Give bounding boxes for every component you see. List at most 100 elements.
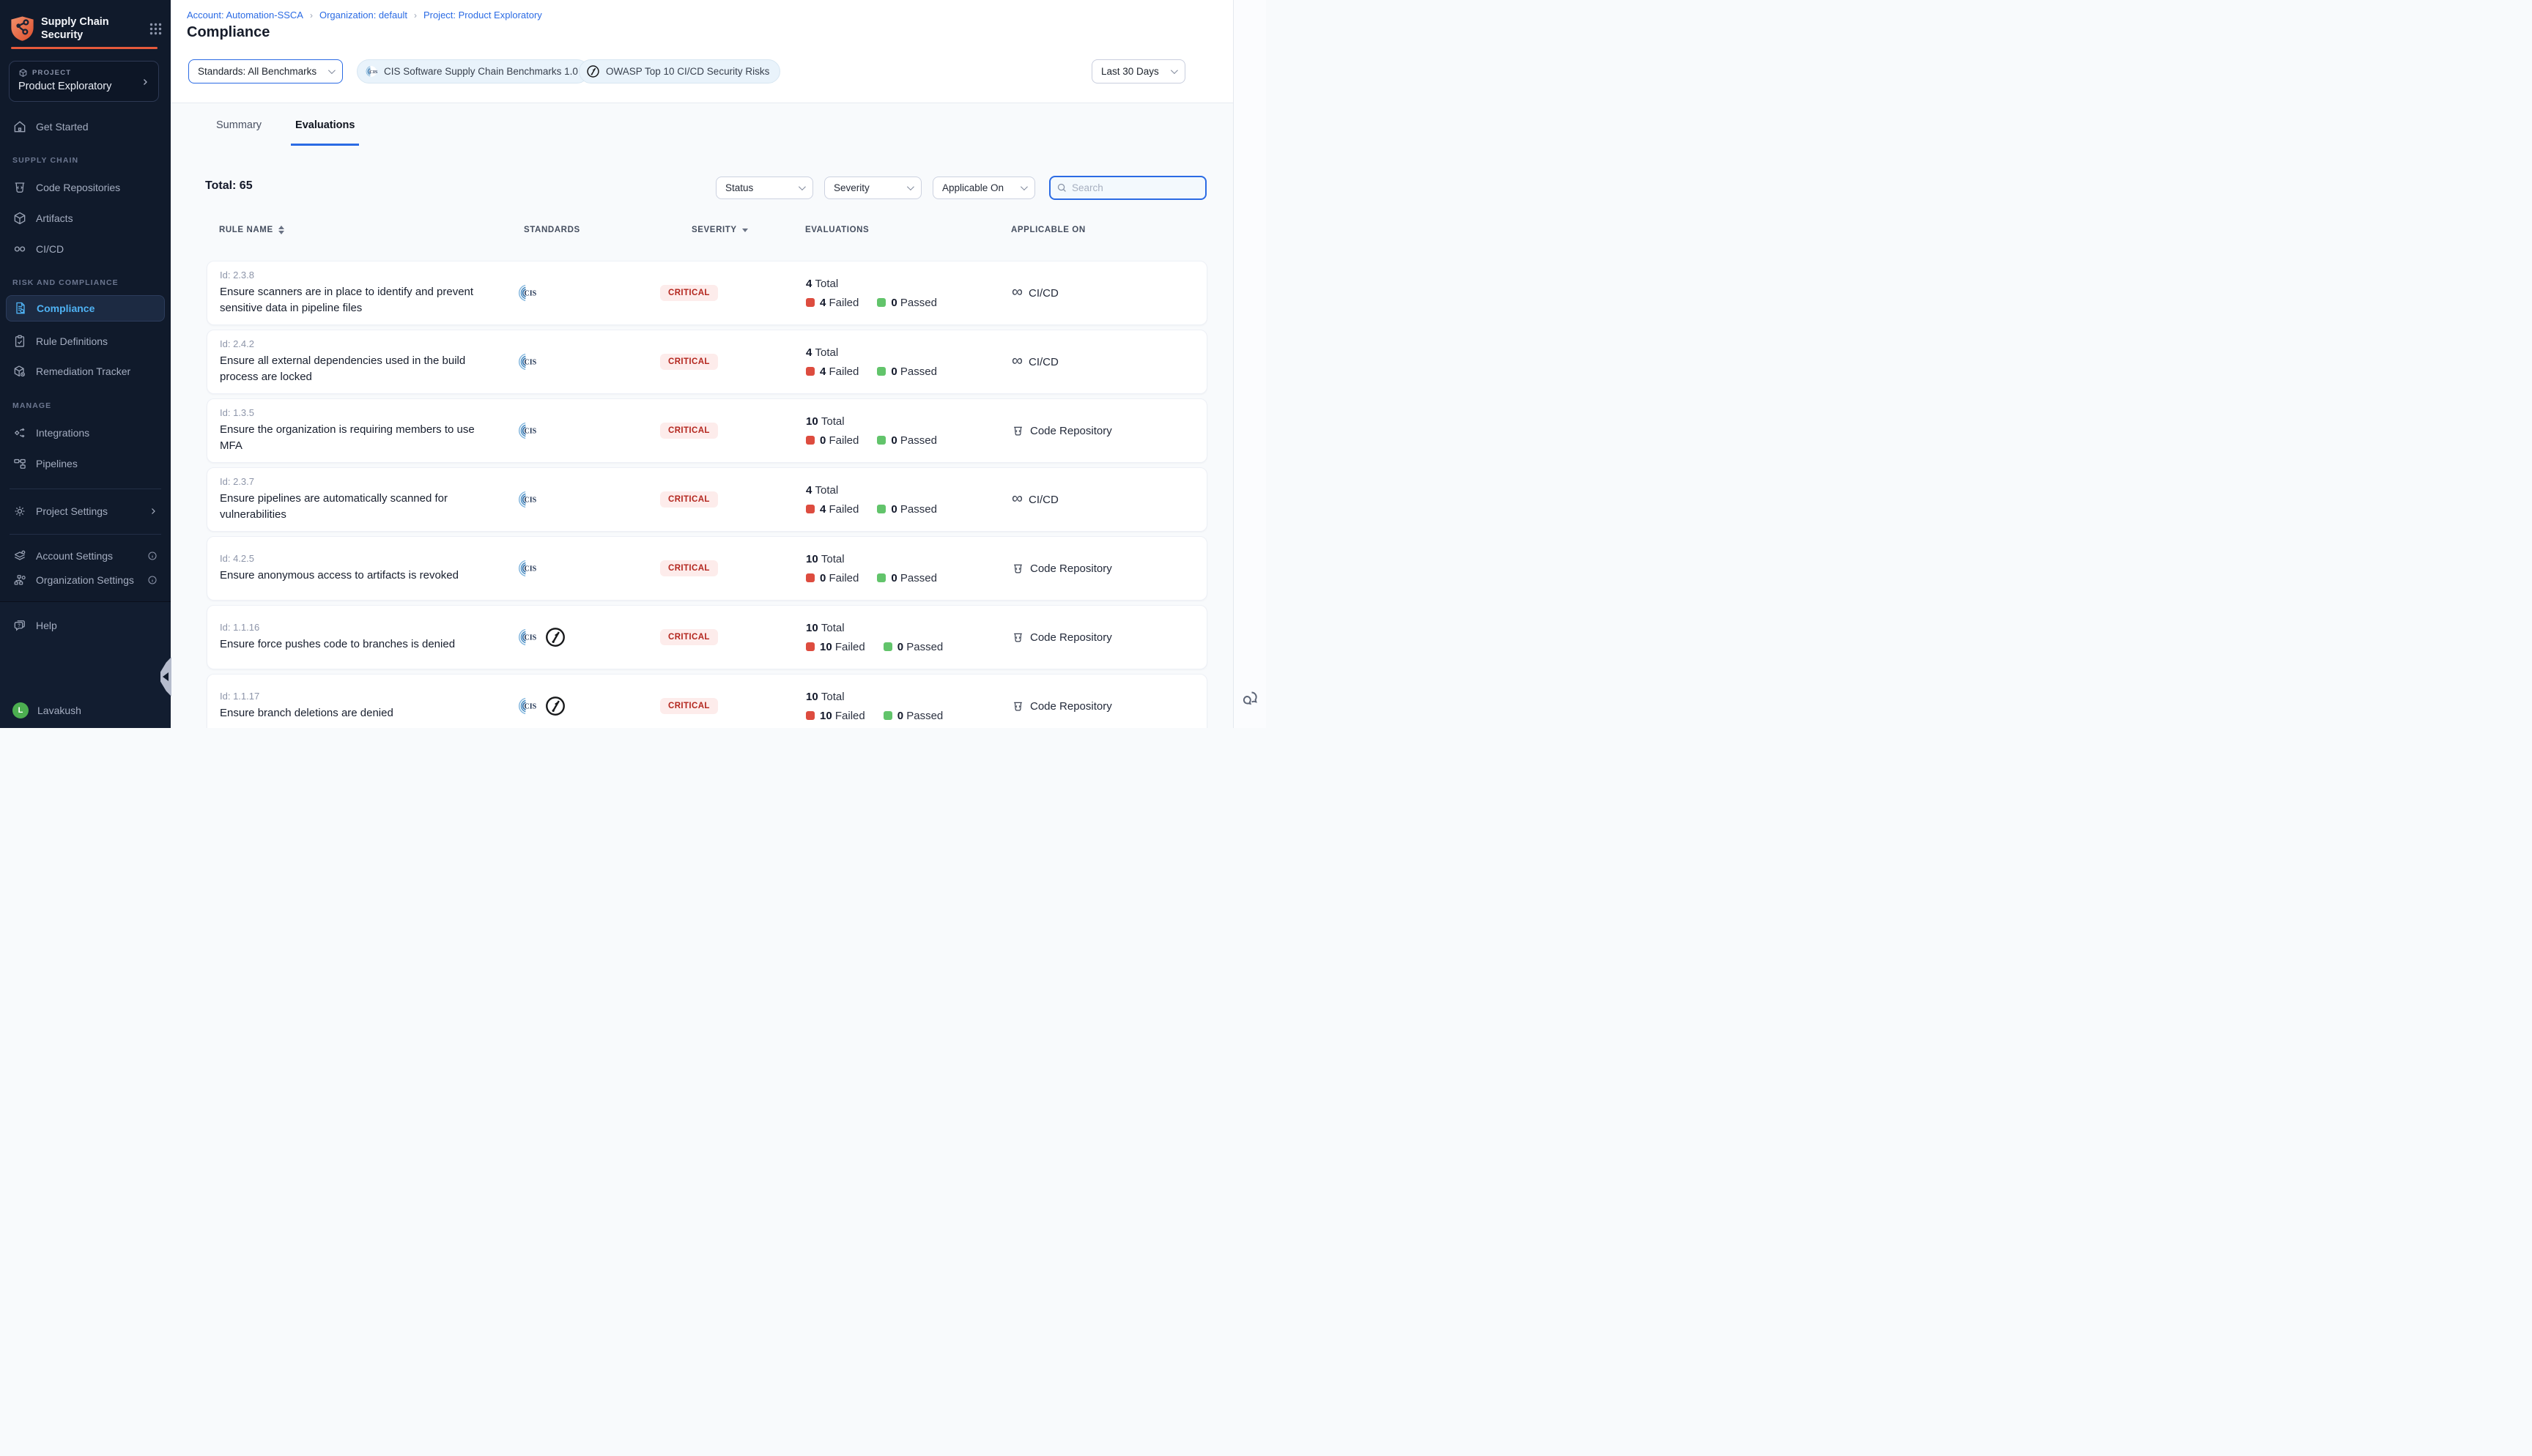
passed-indicator (877, 573, 886, 582)
cis-standard-icon: CIS (516, 420, 538, 442)
passed-label: Passed (900, 572, 937, 584)
breadcrumb: Account: Automation-SSCA › Organization:… (187, 10, 542, 21)
chevron-down-icon (907, 183, 914, 190)
sidebar-item-rule-definitions[interactable]: Rule Definitions (6, 328, 165, 354)
table-row[interactable]: Id: 2.3.8 Ensure scanners are in place t… (207, 261, 1207, 325)
applicable-on-filter-dropdown[interactable]: Applicable On (933, 177, 1035, 199)
breadcrumb-account[interactable]: Account: Automation-SSCA (187, 10, 303, 21)
table-row[interactable]: Id: 1.3.5 Ensure the organization is req… (207, 398, 1207, 463)
tab-evaluations[interactable]: Evaluations (291, 113, 359, 146)
sidebar-item-help[interactable]: ? Help (6, 612, 165, 639)
failed-count: 4 (820, 297, 826, 309)
standards-filter-dropdown[interactable]: Standards: All Benchmarks (188, 59, 343, 83)
project-selector[interactable]: PROJECT Product Exploratory (9, 61, 159, 102)
svg-text:CIS: CIS (525, 290, 537, 298)
total-count: Total: 65 (205, 179, 253, 193)
gear-icon (12, 504, 27, 519)
sort-desc-icon (742, 229, 748, 232)
passed-count: 0 (891, 365, 897, 378)
passed-stat: 0 Passed (891, 365, 937, 378)
chat-support-icon[interactable] (1240, 688, 1260, 709)
passed-label: Passed (906, 710, 943, 722)
column-rule-name[interactable]: RULE NAME (219, 226, 524, 234)
passed-label: Passed (906, 641, 943, 653)
table-row[interactable]: Id: 2.3.7 Ensure pipelines are automatic… (207, 467, 1207, 532)
passed-stat: 0 Passed (897, 710, 944, 722)
status-filter-dropdown[interactable]: Status (716, 177, 813, 199)
column-severity[interactable]: SEVERITY (675, 226, 805, 234)
sidebar-item-code-repositories[interactable]: Code Repositories (6, 174, 165, 201)
passed-count: 0 (897, 641, 903, 653)
svg-text:CIS: CIS (525, 428, 537, 436)
applicable-on-label: Code Repository (1030, 631, 1112, 644)
info-icon (147, 575, 158, 585)
sidebar-item-integrations[interactable]: Integrations (6, 420, 165, 446)
failed-count: 0 (820, 572, 826, 584)
breadcrumb-organization[interactable]: Organization: default (319, 10, 407, 21)
tab-bar: Summary Evaluations (212, 113, 359, 146)
failed-indicator (806, 573, 815, 582)
rule-id: Id: 1.1.16 (220, 622, 525, 633)
severity-badge: CRITICAL (660, 629, 718, 645)
sidebar-item-pipelines[interactable]: Pipelines (6, 450, 165, 477)
user-menu[interactable]: L Lavakush (6, 697, 165, 724)
app-switcher-grid-icon[interactable] (149, 23, 162, 35)
table-row[interactable]: Id: 4.2.5 Ensure anonymous access to art… (207, 536, 1207, 601)
sidebar-item-project-settings[interactable]: Project Settings (6, 498, 165, 524)
severity-badge: CRITICAL (660, 285, 718, 301)
failed-count: 4 (820, 503, 826, 516)
applicable-on-label: Code Repository (1030, 700, 1112, 713)
rule-name: Ensure anonymous access to artifacts is … (220, 568, 492, 584)
svg-text:CIS: CIS (525, 634, 537, 642)
sidebar-item-get-started[interactable]: Get Started (6, 114, 165, 140)
pipelines-icon (12, 456, 27, 471)
total-label: Total (821, 415, 845, 428)
search-icon (1056, 182, 1067, 193)
project-name: Product Exploratory (18, 81, 149, 92)
applicable-on-label: CI/CD (1029, 356, 1059, 368)
brand-divider (11, 47, 158, 49)
rule-name: Ensure force pushes code to branches is … (220, 636, 492, 653)
code-repository-icon (1012, 700, 1024, 713)
date-range-dropdown[interactable]: Last 30 Days (1092, 59, 1185, 83)
sidebar-item-account-settings[interactable]: Account Settings (6, 543, 165, 569)
search-input[interactable] (1072, 182, 1199, 193)
sidebar-item-artifacts[interactable]: Artifacts (6, 205, 165, 231)
breadcrumb-project[interactable]: Project: Product Exploratory (423, 10, 542, 21)
cis-standard-icon: CIS (516, 557, 538, 579)
passed-indicator (877, 505, 886, 513)
sidebar-item-remediation-tracker[interactable]: Remediation Tracker (6, 358, 165, 385)
table-row[interactable]: Id: 2.4.2 Ensure all external dependenci… (207, 330, 1207, 394)
main-content: Summary Evaluations Total: 65 Status Sev… (171, 103, 1233, 728)
total-label: Total (821, 553, 845, 565)
cis-benchmark-chip[interactable]: CIS CIS Software Supply Chain Benchmarks… (357, 59, 589, 83)
table-row[interactable]: Id: 1.1.17 Ensure branch deletions are d… (207, 674, 1207, 728)
section-label-risk-compliance: RISK AND COMPLIANCE (12, 278, 119, 287)
severity-filter-dropdown[interactable]: Severity (824, 177, 922, 199)
compliance-doc-icon (13, 301, 28, 316)
evaluations-total: 4 Total (806, 484, 1012, 497)
org-gear-icon (12, 573, 27, 587)
total-count: 4 (806, 346, 812, 359)
sidebar-item-organization-settings[interactable]: Organization Settings (6, 567, 165, 593)
passed-label: Passed (900, 365, 937, 378)
rules-table: Id: 2.3.8 Ensure scanners are in place t… (207, 261, 1207, 728)
evaluations-total: 10 Total (806, 553, 1012, 565)
sidebar-item-cicd[interactable]: CI/CD (6, 236, 165, 262)
rule-id: Id: 2.4.2 (220, 338, 525, 349)
rule-id: Id: 4.2.5 (220, 553, 525, 564)
table-row[interactable]: Id: 1.1.16 Ensure force pushes code to b… (207, 605, 1207, 669)
owasp-chip[interactable]: OWASP Top 10 CI/CD Security Risks (579, 59, 780, 83)
failed-label: Failed (829, 297, 859, 309)
infinity-icon (12, 242, 27, 256)
chevron-down-icon (1021, 183, 1028, 190)
passed-label: Passed (900, 297, 937, 309)
tab-summary[interactable]: Summary (212, 113, 266, 146)
avatar: L (12, 702, 29, 718)
owasp-icon (544, 626, 566, 648)
sidebar-item-compliance[interactable]: Compliance (6, 295, 165, 322)
failed-indicator (806, 711, 815, 720)
failed-label: Failed (829, 365, 859, 378)
column-applicable-on: APPLICABLE ON (1011, 226, 1195, 234)
chevron-down-icon (328, 67, 336, 74)
